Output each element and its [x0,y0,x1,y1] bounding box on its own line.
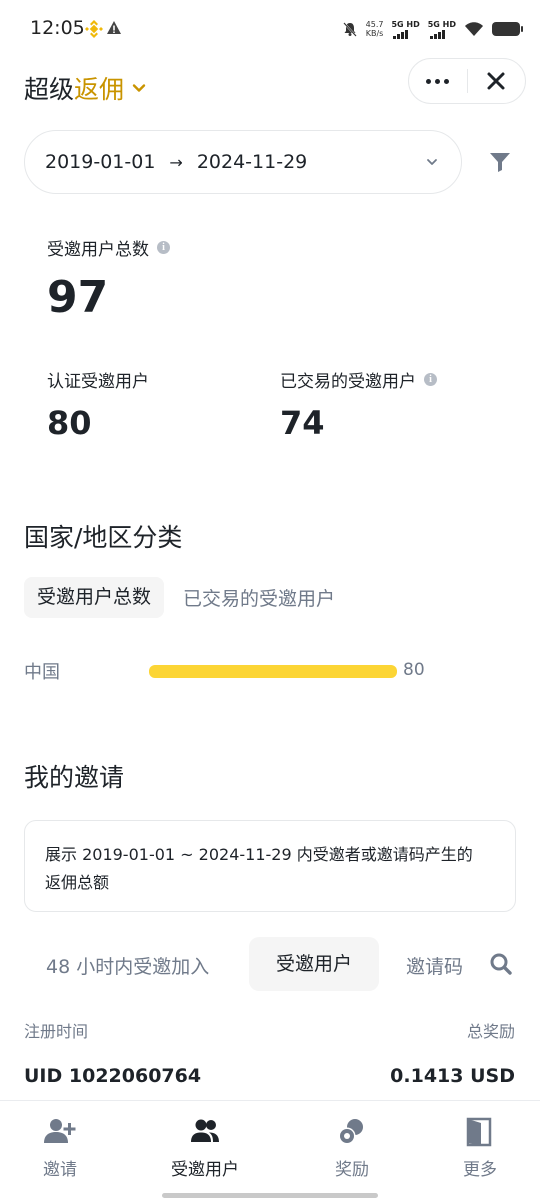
total-invitees-label: 受邀用户总数 i [47,235,170,260]
rebate-notice: 展示 2019-01-01 ~ 2024-11-29 内受邀者或邀请码产生的 返… [24,820,516,912]
network-type-2: 5G HD [427,19,456,29]
nav-more[interactable]: 更多 [420,1117,540,1180]
tab-invited-users[interactable]: 受邀用户 [249,937,379,991]
invite-tabs: 48 小时内受邀加入 受邀用户 邀请码 [24,937,516,991]
chevron-down-icon [132,84,146,92]
invitee-reward: 0.1413 USD [390,1065,515,1087]
binance-logo-icon [85,20,103,38]
traded-invitees-label: 已交易的受邀用户 i [280,367,437,392]
tab-invite-codes[interactable]: 邀请码 [406,952,463,979]
coins-icon [338,1119,363,1145]
app-header: 超级 返佣 [0,58,540,116]
signal-bars-icon [393,29,409,39]
verified-invitees-value: 80 [47,404,92,442]
date-start: 2019-01-01 [45,151,156,173]
traded-invitees-text: 已交易的受邀用户 [280,372,416,392]
nav-invited-users-label: 受邀用户 [171,1160,239,1180]
region-row: 中国 80 [24,656,524,686]
close-icon [487,72,505,90]
search-icon[interactable] [489,952,513,976]
info-icon[interactable]: i [157,241,170,254]
verified-invitees-text: 认证受邀用户 [47,372,149,392]
title-prefix: 超级 [24,75,75,104]
wifi-icon [465,22,483,36]
tab-total-invitees[interactable]: 受邀用户总数 [24,577,165,618]
signal-1: 5G HD [391,19,420,39]
filter-icon[interactable] [488,150,512,174]
total-invitees-value: 97 [47,272,109,323]
nav-rewards[interactable]: 奖励 [292,1117,412,1180]
nav-more-label: 更多 [463,1160,497,1180]
speed-value: 45.7 [365,20,384,29]
region-section-title: 国家/地区分类 [24,523,183,552]
region-value: 80 [403,660,425,680]
dot-icon [435,78,441,84]
battery-icon [492,22,523,36]
status-bar: 12:05 45.7 KB/s 5G HD 5G HD [0,0,540,58]
status-time: 12:05 [30,17,85,39]
warning-icon [107,21,121,34]
title-accent: 返佣 [74,75,125,104]
network-type-1: 5G HD [391,19,420,29]
region-bar-track [149,665,397,678]
more-button[interactable] [409,59,467,103]
signal-bars-icon [429,29,445,39]
region-bar [149,665,397,678]
bottom-nav: 邀请 受邀用户 奖励 更多 [0,1100,540,1200]
home-indicator[interactable] [162,1193,378,1198]
chevron-down-icon [427,159,437,165]
nav-rewards-label: 奖励 [335,1160,369,1180]
nav-invite[interactable]: 邀请 [0,1117,120,1180]
region-tabs: 受邀用户总数 已交易的受邀用户 [24,577,335,618]
tab-48h-joined[interactable]: 48 小时内受邀加入 [46,952,209,979]
network-speed: 45.7 KB/s [366,20,384,38]
page-title[interactable]: 超级 返佣 [24,70,146,106]
range-arrow: → [169,152,183,172]
invitee-uid[interactable]: UID 1022060764 [24,1065,201,1087]
total-invitees-text: 受邀用户总数 [47,240,149,260]
date-range-picker[interactable]: 2019-01-01 → 2024-11-29 [24,130,462,194]
nav-invited-users[interactable]: 受邀用户 [145,1117,265,1180]
nav-invite-label: 邀请 [43,1160,77,1180]
notice-line-1: 展示 2019-01-01 ~ 2024-11-29 内受邀者或邀请码产生的 [45,845,473,864]
column-total-reward: 总奖励 [466,1022,515,1041]
more-door-icon [466,1117,492,1147]
users-icon [191,1119,219,1142]
info-icon[interactable]: i [424,373,437,386]
dot-icon [444,78,450,84]
add-user-icon [44,1119,76,1143]
speed-unit: KB/s [365,29,384,38]
region-name: 中国 [24,662,60,683]
close-button[interactable] [467,59,525,103]
column-register-time: 注册时间 [24,1022,89,1041]
date-end: 2024-11-29 [196,151,308,173]
verified-invitees-label: 认证受邀用户 [47,367,149,392]
tab-traded-invitees[interactable]: 已交易的受邀用户 [183,584,335,611]
my-invites-title: 我的邀请 [24,763,125,792]
mute-bell-icon [342,22,357,37]
signal-2: 5G HD [428,20,456,39]
dot-icon [426,78,432,84]
miniapp-capsule [408,58,526,104]
traded-invitees-value: 74 [280,404,325,442]
notice-line-2: 返佣总额 [45,873,110,892]
